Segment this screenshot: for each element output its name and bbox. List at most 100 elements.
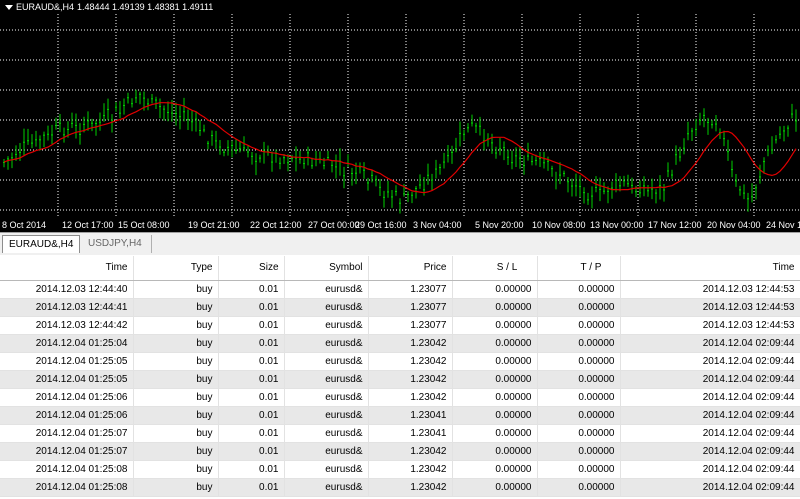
candle bbox=[691, 127, 693, 142]
candle bbox=[251, 152, 253, 165]
candle bbox=[627, 174, 629, 187]
column-header-price[interactable]: Price bbox=[368, 256, 453, 281]
cell-stop-loss: 0.00000 bbox=[452, 460, 538, 479]
table-row[interactable]: 2014.12.04 01:25:07 buy 0.01 eurusd& 1.23041… bbox=[0, 424, 800, 443]
cell-price: 1.23077 bbox=[368, 280, 453, 299]
table-row[interactable]: 2014.12.03 12:44:40 buy 0.01 eurusd& 1.23077… bbox=[0, 280, 800, 299]
candle bbox=[767, 145, 769, 157]
cell-price: 1.23042 bbox=[368, 352, 453, 371]
column-header-size[interactable]: Size bbox=[218, 256, 285, 281]
candle bbox=[495, 146, 497, 159]
column-header-type[interactable]: Type bbox=[133, 256, 219, 281]
candle bbox=[467, 123, 469, 133]
column-header-open-time[interactable]: Time bbox=[0, 256, 134, 281]
table-row[interactable]: 2014.12.04 01:25:04 buy 0.01 eurusd& 1.23042… bbox=[0, 334, 800, 353]
chart-canvas[interactable] bbox=[0, 0, 800, 232]
cell-open-time: 2014.12.03 12:44:40 bbox=[0, 280, 134, 299]
table-header-row: Time Type Size Symbol Price S / L T / P … bbox=[0, 256, 800, 281]
cell-type: buy bbox=[133, 280, 219, 299]
cell-symbol: eurusd& bbox=[284, 352, 369, 371]
candle bbox=[723, 130, 725, 147]
candle bbox=[183, 97, 185, 122]
candle bbox=[175, 102, 177, 126]
candle bbox=[643, 176, 645, 197]
candle bbox=[367, 177, 369, 191]
cell-stop-loss: 0.00000 bbox=[452, 442, 538, 461]
cell-symbol: eurusd& bbox=[284, 334, 369, 353]
cell-close-time: 2014.12.04 02:09:44 bbox=[620, 370, 800, 389]
candle bbox=[475, 122, 477, 133]
candle bbox=[507, 149, 509, 165]
candle bbox=[119, 101, 121, 119]
cell-take-profit: 0.00000 bbox=[537, 352, 621, 371]
candle bbox=[731, 160, 733, 178]
cell-open-time: 2014.12.04 01:25:06 bbox=[0, 406, 134, 425]
cell-open-time: 2014.12.04 01:25:06 bbox=[0, 388, 134, 407]
column-header-close-time[interactable]: Time bbox=[620, 256, 800, 281]
candle bbox=[227, 140, 229, 156]
candle bbox=[471, 114, 473, 127]
candle bbox=[187, 109, 189, 130]
cell-price: 1.23042 bbox=[368, 460, 453, 479]
cell-size: 0.01 bbox=[218, 316, 285, 335]
candle bbox=[795, 109, 797, 132]
table-row[interactable]: 2014.12.04 01:25:05 buy 0.01 eurusd& 1.23042… bbox=[0, 352, 800, 371]
candle bbox=[567, 176, 569, 193]
cell-type: buy bbox=[133, 352, 219, 371]
candle bbox=[99, 112, 101, 131]
cell-close-time: 2014.12.04 02:09:44 bbox=[620, 406, 800, 425]
tab-usdjpy-h4[interactable]: USDJPY,H4 bbox=[82, 235, 152, 253]
cell-price: 1.23042 bbox=[368, 388, 453, 407]
cell-size: 0.01 bbox=[218, 352, 285, 371]
candle bbox=[639, 180, 641, 198]
table-row[interactable]: 2014.12.04 01:25:08 buy 0.01 eurusd& 1.23042… bbox=[0, 460, 800, 479]
cell-stop-loss: 0.00000 bbox=[452, 316, 538, 335]
candle bbox=[279, 157, 281, 170]
candle bbox=[195, 111, 197, 132]
candle bbox=[215, 130, 217, 149]
table-row[interactable]: 2014.12.04 01:25:07 buy 0.01 eurusd& 1.23042… bbox=[0, 442, 800, 461]
tab-euraud-h4[interactable]: EURAUD&,H4 bbox=[2, 235, 80, 253]
chart-ohlc: 1.48444 1.49139 1.48381 1.49111 bbox=[77, 2, 214, 12]
cell-open-time: 2014.12.04 01:25:07 bbox=[0, 442, 134, 461]
column-header-stop-loss[interactable]: S / L bbox=[452, 256, 538, 281]
column-header-symbol[interactable]: Symbol bbox=[284, 256, 369, 281]
cell-size: 0.01 bbox=[218, 424, 285, 443]
cell-open-time: 2014.12.04 01:25:05 bbox=[0, 370, 134, 389]
cell-open-time: 2014.12.04 01:25:08 bbox=[0, 478, 134, 497]
candle bbox=[651, 178, 653, 200]
candle bbox=[619, 176, 621, 192]
candle bbox=[671, 169, 673, 179]
cell-size: 0.01 bbox=[218, 442, 285, 461]
candle bbox=[431, 173, 433, 191]
candle bbox=[203, 124, 205, 133]
candle bbox=[159, 98, 161, 119]
candle bbox=[759, 164, 761, 184]
price-chart[interactable]: EURAUD&,H4 1.48444 1.49139 1.48381 1.491… bbox=[0, 0, 800, 232]
table-row[interactable]: 2014.12.04 01:25:06 buy 0.01 eurusd& 1.23041… bbox=[0, 406, 800, 425]
candle bbox=[503, 141, 505, 161]
candle bbox=[291, 154, 293, 163]
candle bbox=[435, 159, 437, 179]
table-row[interactable]: 2014.12.04 01:25:05 buy 0.01 eurusd& 1.23042… bbox=[0, 370, 800, 389]
cell-close-time: 2014.12.04 02:09:44 bbox=[620, 460, 800, 479]
column-header-take-profit[interactable]: T / P bbox=[537, 256, 621, 281]
candle bbox=[107, 98, 109, 121]
cell-take-profit: 0.00000 bbox=[537, 478, 621, 497]
candle bbox=[63, 127, 65, 143]
table-row[interactable]: 2014.12.04 01:25:06 buy 0.01 eurusd& 1.23042… bbox=[0, 388, 800, 407]
cell-stop-loss: 0.00000 bbox=[452, 298, 538, 317]
candle bbox=[451, 145, 453, 164]
cell-take-profit: 0.00000 bbox=[537, 424, 621, 443]
candle bbox=[363, 162, 365, 179]
candle bbox=[559, 162, 561, 185]
candle bbox=[571, 178, 573, 197]
table-row[interactable]: 2014.12.04 01:25:08 buy 0.01 eurusd& 1.23042… bbox=[0, 478, 800, 497]
candle bbox=[319, 151, 321, 164]
table-row[interactable]: 2014.12.03 12:44:42 buy 0.01 eurusd& 1.23077… bbox=[0, 316, 800, 335]
candle bbox=[127, 92, 129, 104]
cell-price: 1.23077 bbox=[368, 298, 453, 317]
dropdown-triangle-icon[interactable] bbox=[5, 4, 13, 10]
candle bbox=[43, 131, 45, 148]
table-row[interactable]: 2014.12.03 12:44:41 buy 0.01 eurusd& 1.23077… bbox=[0, 298, 800, 317]
